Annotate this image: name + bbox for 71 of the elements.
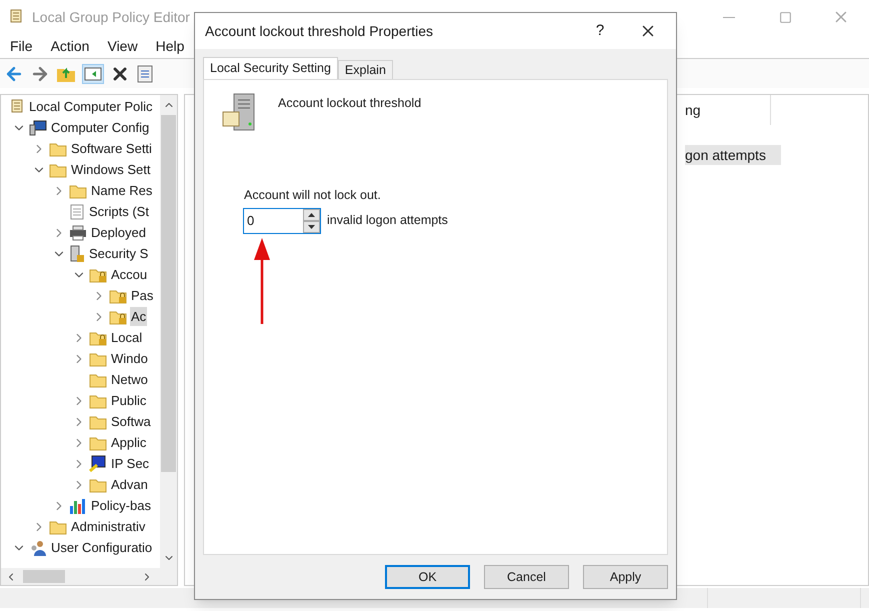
bar-chart-icon [69, 498, 87, 514]
locked-folder-icon [109, 288, 127, 304]
maximize-icon [778, 10, 792, 24]
status-text: Account will not lock out. [244, 187, 382, 204]
window-title: Local Group Policy Editor [32, 8, 190, 27]
tree-item[interactable]: Public [110, 390, 148, 410]
dialog-title: Account lockout threshold Properties [205, 22, 434, 41]
tree-item[interactable]: Softwa [110, 412, 152, 432]
folder-icon [49, 518, 67, 534]
spin-down-icon[interactable] [303, 220, 320, 233]
folder-icon [89, 434, 107, 450]
folder-icon [49, 140, 67, 156]
tree-item[interactable]: Local [110, 328, 144, 348]
dialog-button[interactable]: OK [385, 565, 470, 589]
vertical-scrollbar[interactable] [160, 95, 177, 568]
scroll-icon [8, 9, 24, 25]
server-lock-icon [69, 244, 85, 262]
menu-item[interactable]: Help [156, 36, 184, 56]
menu-item[interactable]: File [10, 36, 33, 56]
folder-icon [69, 182, 87, 198]
unit-label: invalid logon attempts [327, 212, 448, 230]
tree-item[interactable]: Accou [110, 264, 148, 284]
tree-item[interactable]: IP Sec [110, 454, 150, 474]
locked-folder-icon [109, 308, 127, 324]
help-button[interactable]: ? [580, 16, 620, 46]
folder-icon [89, 414, 107, 430]
folder-icon [49, 162, 67, 178]
script-icon [69, 204, 85, 220]
locked-folder-icon [89, 330, 107, 346]
dialog-button[interactable]: Cancel [484, 565, 569, 589]
column-header[interactable]: ng [685, 95, 771, 125]
dialog-button[interactable]: Apply [583, 565, 668, 589]
tree-item[interactable]: Scripts (St [88, 202, 150, 222]
panel-toggle-icon[interactable] [82, 64, 104, 84]
horizontal-scrollbar[interactable] [1, 568, 177, 585]
minimize-icon [723, 16, 735, 18]
tab[interactable]: Explain [338, 60, 393, 79]
tree-item[interactable]: Ac [130, 306, 148, 326]
properties-icon[interactable] [136, 64, 154, 82]
users-icon [29, 540, 47, 556]
tree-item[interactable]: Computer Config [50, 118, 150, 138]
tree-item[interactable]: Advan [110, 474, 149, 494]
tree-item[interactable]: Name Res [90, 180, 154, 200]
tree-item[interactable]: User Configuratio [50, 538, 154, 558]
monitor-key-icon [89, 454, 107, 472]
tree-item[interactable]: Windo [110, 348, 149, 368]
threshold-spinner[interactable]: 0 [243, 208, 321, 234]
policy-name: Account lockout threshold [278, 95, 422, 112]
tree-item[interactable]: Security S [88, 244, 150, 264]
folder-icon [89, 372, 107, 388]
tree-item[interactable]: Local Computer Polic [28, 96, 154, 116]
table-cell[interactable]: gon attempts [685, 145, 781, 165]
folder-icon [89, 350, 107, 366]
locked-folder-icon [89, 266, 107, 282]
tree-item[interactable]: Administrativ [70, 516, 146, 536]
printer-icon [69, 224, 87, 240]
folder-icon [89, 476, 107, 492]
menu-item[interactable]: View [107, 36, 138, 56]
tree-item[interactable]: Windows Sett [70, 160, 152, 180]
tab[interactable]: Local Security Setting [203, 57, 338, 79]
tree-item[interactable]: Pas [130, 286, 154, 306]
menu-item[interactable]: Action [50, 36, 90, 56]
tree-item[interactable]: Deployed [90, 222, 147, 242]
folder-icon [89, 392, 107, 408]
computer-icon [29, 120, 47, 136]
tree-item[interactable]: Software Setti [70, 138, 153, 158]
tree-item[interactable]: Applic [110, 432, 148, 452]
scroll-icon [9, 98, 25, 114]
tree-item[interactable]: Policy-bas [90, 496, 152, 516]
tree-item[interactable]: Netwo [110, 370, 149, 390]
spin-up-icon[interactable] [303, 208, 320, 221]
